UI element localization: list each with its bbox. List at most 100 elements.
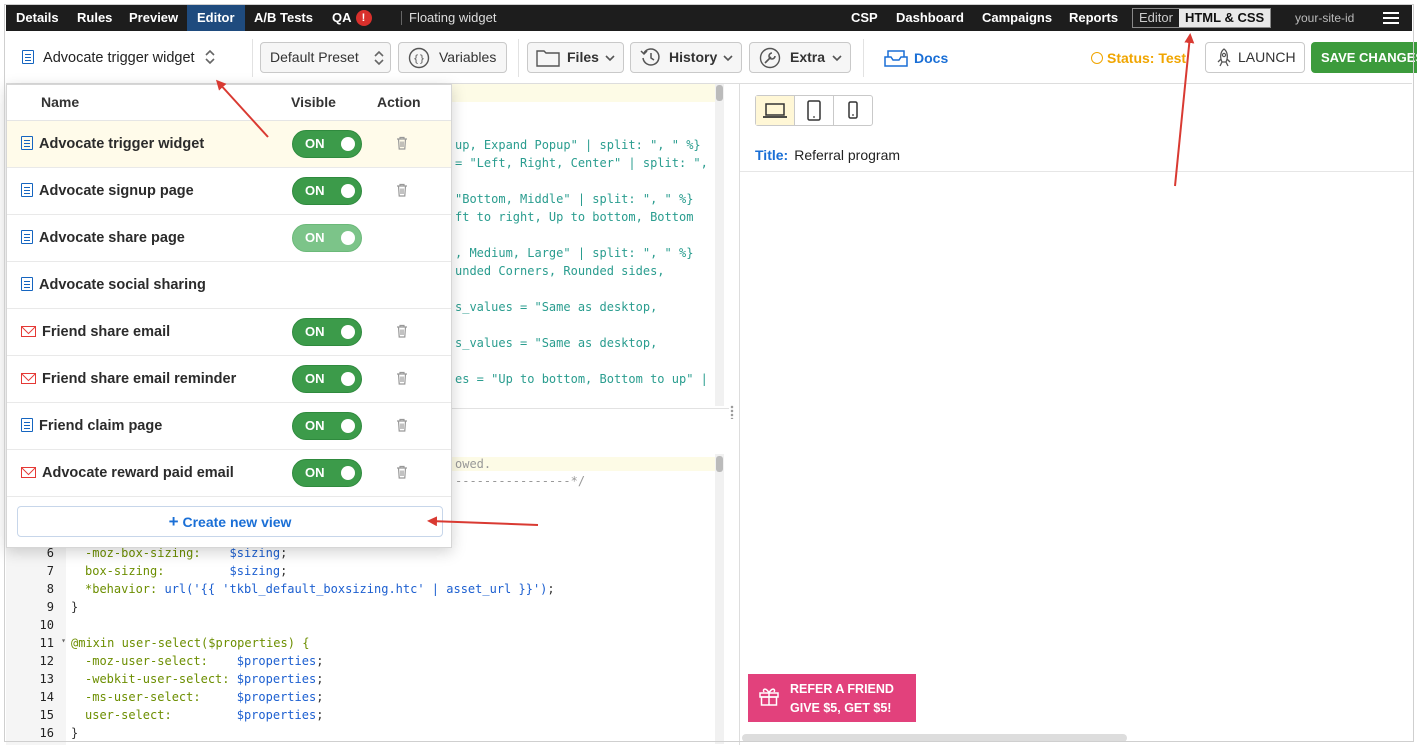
- code-terminator: ;: [316, 654, 324, 668]
- mode-html-css-option[interactable]: HTML & CSS: [1178, 9, 1271, 27]
- code-line: -ms-user-select: $properties;: [85, 690, 323, 704]
- files-dropdown[interactable]: Files: [527, 42, 624, 73]
- css-property: box-sizing:: [85, 564, 165, 578]
- save-changes-button[interactable]: SAVE CHANGES: [1311, 42, 1417, 73]
- device-mobile-button[interactable]: [834, 96, 872, 125]
- trash-icon[interactable]: [396, 324, 408, 338]
- visibility-toggle[interactable]: ON: [292, 412, 362, 440]
- view-selector[interactable]: Advocate trigger widget: [22, 49, 215, 66]
- view-row-label: Advocate social sharing: [39, 277, 206, 293]
- nav-link-campaigns[interactable]: Campaigns: [982, 5, 1052, 31]
- app-window: Details Rules Preview Editor A/B Tests Q…: [0, 0, 1417, 745]
- view-selector-label: Advocate trigger widget: [43, 50, 195, 66]
- view-row[interactable]: Advocate reward paid email ON: [7, 450, 451, 497]
- nav-link-csp[interactable]: CSP: [851, 5, 878, 31]
- view-row-label: Advocate share page: [39, 230, 185, 246]
- bottom-code-scrollbar[interactable]: [715, 454, 724, 744]
- nav-link-dashboard[interactable]: Dashboard: [896, 5, 964, 31]
- view-row-label: Friend claim page: [39, 418, 163, 434]
- tab-qa[interactable]: QA!: [332, 5, 372, 31]
- variables-label: Variables: [439, 49, 497, 65]
- code-line: }: [71, 600, 79, 614]
- view-row[interactable]: Advocate social sharing: [7, 262, 451, 309]
- rocket-icon: [1217, 48, 1231, 67]
- view-row[interactable]: Friend claim page ON: [7, 403, 451, 450]
- trash-icon[interactable]: [396, 136, 408, 150]
- device-tablet-button[interactable]: [795, 96, 834, 125]
- tab-details[interactable]: Details: [16, 5, 59, 31]
- tab-ab-tests[interactable]: A/B Tests: [254, 5, 313, 31]
- line-number: 15: [39, 708, 54, 722]
- css-value: url('{{ 'tkbl_default_boxsizing.htc' | a…: [164, 582, 548, 596]
- nav-link-reports[interactable]: Reports: [1069, 5, 1118, 31]
- css-property: *behavior:: [85, 582, 158, 596]
- view-row[interactable]: Advocate signup page ON: [7, 168, 451, 215]
- mode-editor-option[interactable]: Editor: [1133, 9, 1179, 27]
- extra-dropdown[interactable]: Extra: [749, 42, 851, 73]
- page-icon: [21, 230, 33, 244]
- history-dropdown[interactable]: History: [630, 42, 742, 73]
- view-row[interactable]: Advocate share page ON: [7, 215, 451, 262]
- panel-divider: [451, 408, 729, 409]
- scrollbar-thumb[interactable]: [716, 456, 723, 472]
- scrollbar-thumb[interactable]: [716, 85, 723, 101]
- code-terminator: ;: [280, 546, 288, 560]
- visibility-toggle[interactable]: ON: [292, 177, 362, 205]
- editor-mode-toggle: Editor HTML & CSS: [1132, 8, 1272, 28]
- fold-arrow-icon[interactable]: ▾: [58, 636, 66, 645]
- line-number: 16: [39, 726, 54, 740]
- create-new-view-button[interactable]: + Create new view: [17, 506, 443, 537]
- tab-preview[interactable]: Preview: [129, 5, 178, 31]
- status-text: Status: Test: [1107, 50, 1187, 66]
- code-terminator: ;: [316, 690, 324, 704]
- code-comment: owed.: [455, 457, 492, 471]
- view-row-label: Advocate reward paid email: [42, 465, 234, 481]
- widget-line-1: REFER A FRIEND: [790, 682, 894, 696]
- visibility-toggle[interactable]: ON: [292, 365, 362, 393]
- trash-icon[interactable]: [396, 465, 408, 479]
- plus-icon: +: [168, 512, 179, 531]
- variables-button[interactable]: {} Variables: [398, 42, 507, 73]
- code-terminator: ;: [316, 708, 324, 722]
- view-row-name: Advocate share page: [21, 230, 185, 246]
- sort-arrows-icon: [205, 49, 215, 65]
- page-icon: [21, 418, 33, 432]
- tab-rules[interactable]: Rules: [77, 5, 112, 31]
- preview-horizontal-scrollbar[interactable]: [742, 734, 1127, 742]
- top-code-scrollbar[interactable]: [715, 84, 724, 406]
- view-row-name: Advocate trigger widget: [21, 136, 204, 152]
- widget-line-2: GIVE $5, GET $5!: [790, 701, 892, 715]
- trash-icon[interactable]: [396, 183, 408, 197]
- visibility-toggle[interactable]: ON: [292, 459, 362, 487]
- device-desktop-button[interactable]: [756, 96, 795, 125]
- view-row-name: Friend share email: [21, 324, 170, 340]
- code-line: @mixin user-select($properties) {: [71, 636, 309, 650]
- hamburger-menu-icon[interactable]: [1383, 12, 1399, 24]
- preset-selector[interactable]: Default Preset: [260, 42, 391, 73]
- docs-link[interactable]: Docs: [884, 49, 948, 67]
- pane-resize-handle[interactable]: [730, 405, 734, 419]
- launch-button[interactable]: LAUNCH: [1205, 42, 1305, 73]
- line-number: 10: [39, 618, 54, 632]
- visibility-toggle[interactable]: ON: [292, 318, 362, 346]
- visibility-toggle[interactable]: ON: [292, 224, 362, 252]
- view-row-label: Advocate trigger widget: [39, 136, 205, 152]
- refer-friend-widget[interactable]: REFER A FRIEND GIVE $5, GET $5!: [748, 674, 916, 722]
- trash-icon[interactable]: [396, 418, 408, 432]
- header-visible: Visible: [291, 94, 336, 110]
- view-row[interactable]: Friend share email ON: [7, 309, 451, 356]
- toolbar-divider: [863, 39, 864, 77]
- view-row-name: Advocate reward paid email: [21, 465, 234, 481]
- code-fragment: s_values = "Same as desktop,: [455, 336, 658, 350]
- visibility-toggle[interactable]: ON: [292, 130, 362, 158]
- tab-editor[interactable]: Editor: [187, 5, 245, 31]
- line-number: 9: [46, 600, 54, 614]
- code-fragment: = "Left, Right, Center" | split: ",: [455, 156, 708, 170]
- line-number: 14: [39, 690, 54, 704]
- css-value: $properties: [236, 690, 317, 704]
- css-value: $sizing: [229, 546, 281, 560]
- trash-icon[interactable]: [396, 371, 408, 385]
- view-row[interactable]: Advocate trigger widget ON: [7, 121, 451, 168]
- view-row[interactable]: Friend share email reminder ON: [7, 356, 451, 403]
- tools-icon: [759, 47, 781, 69]
